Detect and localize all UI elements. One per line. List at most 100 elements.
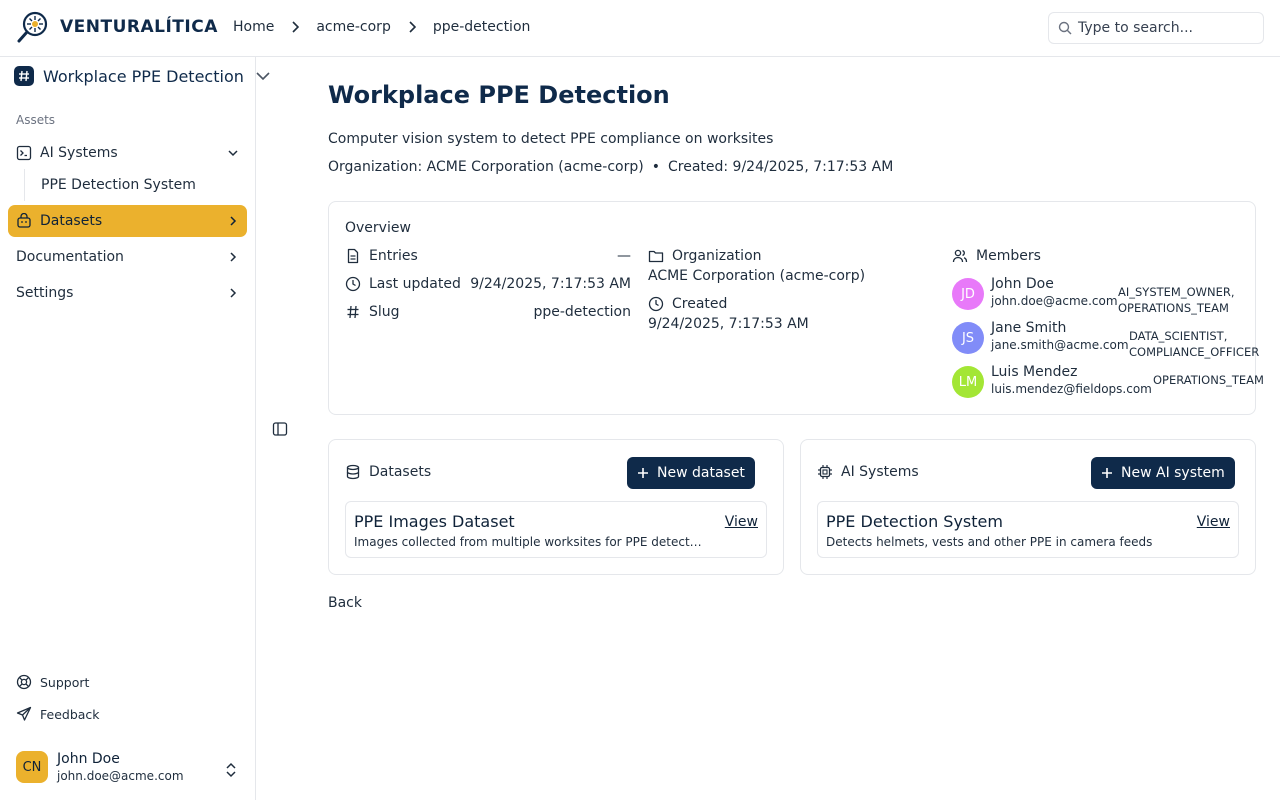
meta-separator: • xyxy=(651,159,660,175)
member-item[interactable]: JD John Doe john.doe@acme.com xyxy=(952,276,1121,310)
chevron-right-icon xyxy=(292,21,300,33)
user-email: john.doe@acme.com xyxy=(57,769,184,783)
user-name: John Doe xyxy=(57,751,120,767)
clock-icon xyxy=(345,276,361,292)
sidebar: Workplace PPE Detection Assets AI System… xyxy=(0,57,270,800)
top-bar: VENTURALÍTICA Home acme-corp ppe-detecti… xyxy=(0,0,1280,57)
sidebar-item-label: Settings xyxy=(16,285,74,301)
avatar: JS xyxy=(952,322,984,354)
assets-label: Assets xyxy=(16,113,56,127)
back-link[interactable]: Back xyxy=(328,595,362,611)
breadcrumb-org[interactable]: acme-corp xyxy=(316,19,390,35)
created-label: Created xyxy=(672,296,728,312)
hash-icon xyxy=(14,66,34,86)
sidebar-item-label: Documentation xyxy=(16,249,124,265)
clock-icon xyxy=(648,296,664,312)
member-role: AI_SYSTEM_OWNER, xyxy=(1118,285,1235,299)
breadcrumb: Home acme-corp ppe-detection xyxy=(233,19,530,35)
last-updated-value: 9/24/2025, 7:17:53 AM xyxy=(470,276,631,292)
terminal-icon xyxy=(16,145,32,161)
plus-icon xyxy=(1102,468,1112,478)
member-item[interactable]: LM Luis Mendez luis.mendez@fieldops.com xyxy=(952,364,1152,398)
view-dataset-link[interactable]: View xyxy=(725,514,758,530)
created-row: Created xyxy=(648,296,727,312)
sidebar-subitem-ppe-detection-system[interactable]: PPE Detection System xyxy=(41,177,196,193)
new-ai-system-button[interactable]: New AI system xyxy=(1091,457,1235,489)
member-email: john.doe@acme.com xyxy=(991,294,1118,308)
member-name: Luis Mendez xyxy=(991,364,1078,380)
ai-systems-title: AI Systems xyxy=(841,464,919,480)
avatar: JD xyxy=(952,278,984,310)
avatar: CN xyxy=(16,751,48,783)
search-icon xyxy=(1058,21,1072,35)
chevron-right-icon xyxy=(409,21,416,33)
page-description: Computer vision system to detect PPE com… xyxy=(328,131,774,147)
organization-row: Organization xyxy=(648,248,762,264)
ai-systems-card-title: AI Systems xyxy=(817,464,919,480)
member-role: DATA_SCIENTIST, xyxy=(1129,329,1228,343)
datasets-card-title: Datasets xyxy=(345,464,431,480)
ai-system-item: PPE Detection System Detects helmets, ve… xyxy=(817,501,1239,558)
overview-title: Overview xyxy=(345,220,411,236)
member-name: John Doe xyxy=(991,276,1054,292)
member-role: OPERATIONS_TEAM xyxy=(1153,373,1264,387)
member-email: luis.mendez@fieldops.com xyxy=(991,382,1152,396)
organization-value: ACME Corporation (acme-corp) xyxy=(648,268,866,284)
plus-icon xyxy=(638,468,648,478)
datasets-title: Datasets xyxy=(369,464,432,480)
hash-icon xyxy=(347,305,359,319)
workspace-switcher[interactable]: Workplace PPE Detection xyxy=(14,66,244,86)
new-ai-system-label: New AI system xyxy=(1121,465,1225,481)
meta-organization: Organization: ACME Corporation (acme-cor… xyxy=(328,159,644,175)
feedback-link[interactable]: Feedback xyxy=(16,706,100,722)
sidebar-item-datasets[interactable]: Datasets xyxy=(8,205,247,237)
avatar: LM xyxy=(952,366,984,398)
chevron-right-icon xyxy=(230,216,237,226)
page-title: Workplace PPE Detection xyxy=(328,81,670,109)
ai-system-title: PPE Detection System xyxy=(826,512,1003,531)
member-name: Jane Smith xyxy=(991,320,1067,336)
sidebar-item-label: Datasets xyxy=(40,213,103,229)
member-roles: DATA_SCIENTIST, COMPLIANCE_OFFICER xyxy=(1129,328,1259,360)
sidebar-item-settings[interactable]: Settings xyxy=(8,277,247,309)
feedback-label: Feedback xyxy=(40,706,100,722)
overview-card: Overview Entries — Last updated 9/24/202… xyxy=(328,201,1264,415)
datasets-card: Datasets New dataset PPE Images Dataset … xyxy=(328,439,784,575)
chevron-down-icon[interactable] xyxy=(256,69,270,83)
member-item[interactable]: JS Jane Smith jane.smith@acme.com xyxy=(952,320,1129,354)
support-link[interactable]: Support xyxy=(16,674,89,690)
entries-label: Entries xyxy=(369,248,418,264)
sidebar-toggle-icon[interactable] xyxy=(272,421,288,437)
member-roles: AI_SYSTEM_OWNER, OPERATIONS_TEAM xyxy=(1118,284,1235,316)
members-row: Members xyxy=(952,248,1041,264)
chevron-right-icon xyxy=(230,288,237,298)
ai-systems-subtree: PPE Detection System xyxy=(24,169,244,201)
ai-system-description: Detects helmets, vests and other PPE in … xyxy=(826,535,1153,549)
user-menu[interactable]: CN John Doe john.doe@acme.com xyxy=(16,751,184,783)
ai-systems-card: AI Systems New AI system PPE Detection S… xyxy=(800,439,1256,575)
member-email: jane.smith@acme.com xyxy=(991,338,1129,352)
brand-name: VENTURALÍTICA xyxy=(60,17,218,37)
new-dataset-button[interactable]: New dataset xyxy=(627,457,755,489)
sidebar-item-documentation[interactable]: Documentation xyxy=(8,241,247,273)
search-input[interactable]: Type to search... xyxy=(1048,12,1264,44)
member-roles: OPERATIONS_TEAM xyxy=(1153,372,1264,388)
created-value: 9/24/2025, 7:17:53 AM xyxy=(648,316,809,332)
sidebar-item-ai-systems[interactable]: AI Systems xyxy=(8,137,247,169)
database-icon xyxy=(17,213,31,228)
breadcrumb-home[interactable]: Home xyxy=(233,19,274,35)
member-role: COMPLIANCE_OFFICER xyxy=(1129,345,1260,359)
view-ai-system-link[interactable]: View xyxy=(1197,514,1230,530)
entries-value: — xyxy=(617,248,631,264)
page-meta: Organization: ACME Corporation (acme-cor… xyxy=(328,159,893,175)
slug-label: Slug xyxy=(369,304,400,320)
send-icon xyxy=(16,706,32,721)
breadcrumb-project[interactable]: ppe-detection xyxy=(433,19,531,35)
logo-icon xyxy=(16,10,50,44)
chevrons-up-down-icon[interactable] xyxy=(225,762,237,778)
brand[interactable]: VENTURALÍTICA xyxy=(16,10,218,44)
users-icon xyxy=(952,249,968,263)
slug-row: Slug xyxy=(345,304,400,320)
organization-label: Organization xyxy=(672,248,762,264)
dataset-item: PPE Images Dataset Images collected from… xyxy=(345,501,767,558)
